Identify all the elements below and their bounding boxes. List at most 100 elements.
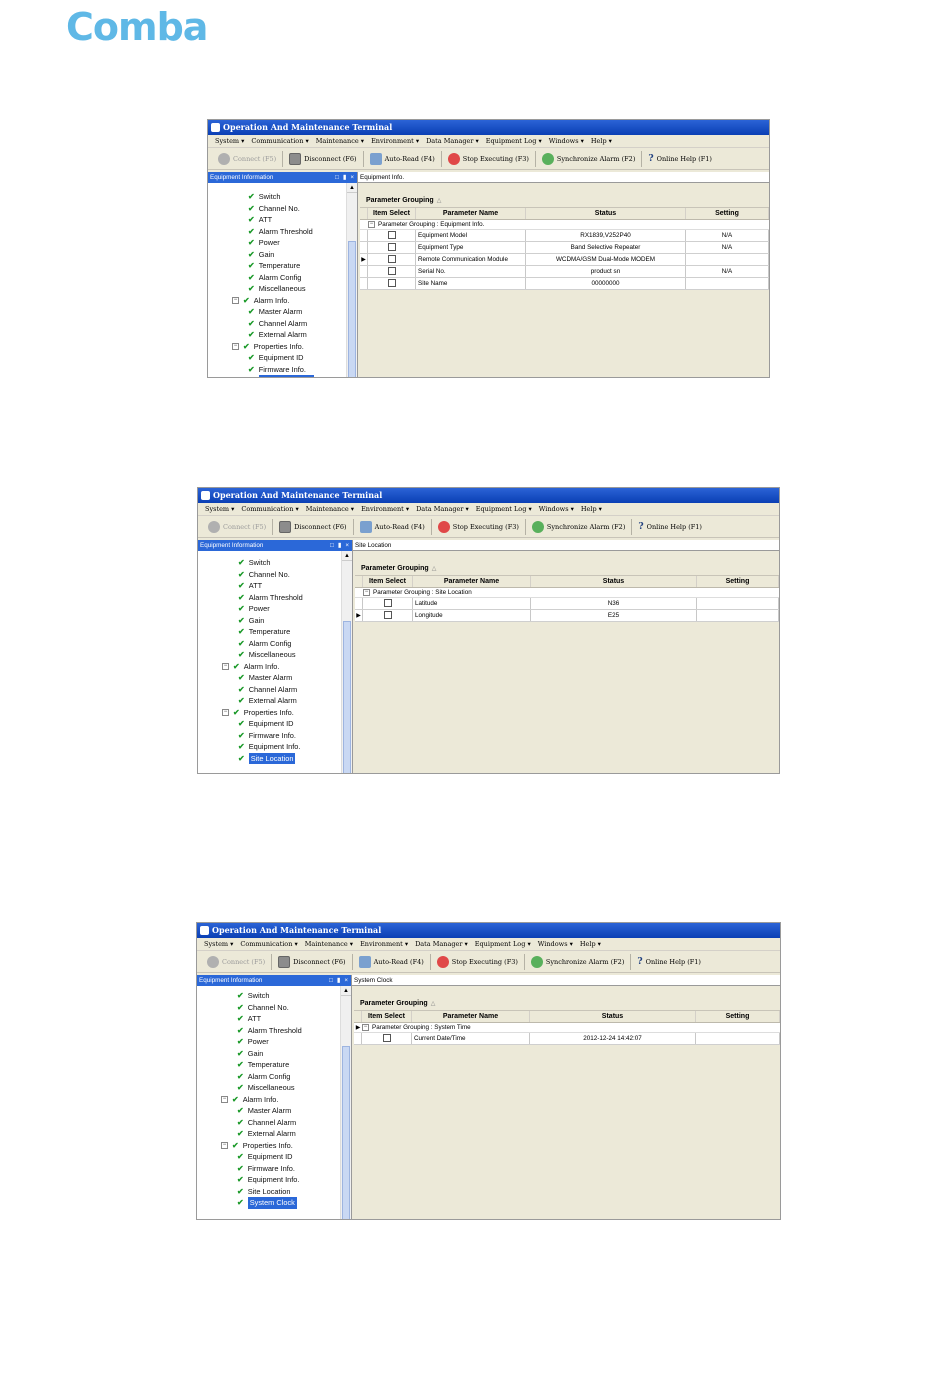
pin-icon[interactable]: ▮ bbox=[343, 172, 346, 183]
menu-item[interactable]: System ▾ bbox=[204, 940, 233, 948]
tree-item[interactable]: ✔ ATT bbox=[197, 1013, 339, 1025]
tree-item[interactable]: ✔ Alarm Threshold bbox=[198, 592, 340, 604]
collapse-icon[interactable]: − bbox=[221, 1141, 228, 1149]
item-checkbox[interactable] bbox=[387, 279, 396, 288]
tree-scrollbar[interactable]: ▲ bbox=[340, 986, 351, 1219]
tree-item[interactable]: ✔ Alarm Config bbox=[197, 1071, 339, 1083]
tree-item[interactable]: ✔ Alarm Config bbox=[208, 272, 345, 284]
tree-item[interactable]: ✔ Gain bbox=[197, 1048, 339, 1060]
tree-item[interactable]: ✔ Channel Alarm bbox=[197, 1117, 339, 1129]
auto-read-button[interactable]: Auto-Read (F4) bbox=[353, 953, 430, 971]
restore-icon[interactable]: □ bbox=[330, 540, 334, 551]
item-checkbox[interactable] bbox=[382, 1034, 391, 1043]
column-header[interactable]: Item Select bbox=[363, 576, 413, 587]
tree-item[interactable]: ✔ External Alarm bbox=[198, 695, 340, 707]
tree-item[interactable]: ✔ Site Location bbox=[198, 752, 340, 764]
tree-item[interactable]: ✔ Equipment ID bbox=[198, 718, 340, 730]
tree-item[interactable]: ✔ Power bbox=[197, 1036, 339, 1048]
disconnect-button[interactable]: Disconnect (F6) bbox=[272, 953, 351, 971]
setting-cell[interactable] bbox=[686, 278, 769, 289]
scroll-thumb[interactable] bbox=[343, 621, 351, 773]
synchronize-alarm-button[interactable]: Synchronize Alarm (F2) bbox=[536, 150, 641, 168]
tree-item[interactable]: ✔ Channel No. bbox=[208, 203, 345, 215]
menu-item[interactable]: Maintenance ▾ bbox=[305, 940, 353, 948]
collapse-icon[interactable]: − bbox=[232, 296, 239, 304]
collapse-icon[interactable]: − bbox=[362, 1024, 369, 1031]
tree-item[interactable]: ✔ Master Alarm bbox=[198, 672, 340, 684]
tree-item[interactable]: ✔Equipment Info. bbox=[198, 741, 340, 753]
menu-item[interactable]: System ▾ bbox=[205, 505, 234, 513]
tree-item[interactable]: − ✔ Alarm Info. bbox=[197, 1094, 339, 1106]
tree-item[interactable]: − ✔ Properties Info. bbox=[208, 341, 345, 353]
tree-scrollbar[interactable]: ▲ bbox=[346, 183, 357, 377]
menu-item[interactable]: Help ▾ bbox=[580, 940, 601, 948]
tree-item[interactable]: ✔ Temperature bbox=[197, 1059, 339, 1071]
tree-item[interactable]: ✔ Miscellaneous bbox=[197, 1082, 339, 1094]
restore-icon[interactable]: □ bbox=[335, 172, 339, 183]
item-checkbox[interactable] bbox=[387, 243, 396, 252]
menu-item[interactable]: Maintenance ▾ bbox=[316, 137, 364, 145]
collapse-icon[interactable]: − bbox=[363, 589, 370, 596]
connect-button[interactable]: Connect (F5) bbox=[201, 953, 271, 971]
item-checkbox[interactable] bbox=[383, 611, 392, 620]
collapse-icon[interactable]: − bbox=[221, 1095, 228, 1103]
item-checkbox[interactable] bbox=[387, 255, 396, 264]
column-header[interactable]: Parameter Name bbox=[412, 1011, 530, 1022]
item-checkbox[interactable] bbox=[387, 231, 396, 240]
column-header[interactable]: Item Select bbox=[368, 208, 416, 219]
tree-item[interactable]: ✔ Gain bbox=[208, 249, 345, 261]
menu-item[interactable]: Environment ▾ bbox=[371, 137, 419, 145]
tree-item[interactable]: − ✔ Alarm Info. bbox=[198, 661, 340, 673]
synchronize-alarm-button[interactable]: Synchronize Alarm (F2) bbox=[526, 518, 631, 536]
tree-item[interactable]: ✔ Channel Alarm bbox=[198, 684, 340, 696]
column-header[interactable]: Setting bbox=[697, 576, 779, 587]
disconnect-button[interactable]: Disconnect (F6) bbox=[283, 150, 362, 168]
document-tab[interactable]: Site Location bbox=[353, 540, 779, 551]
tree-item[interactable]: ✔ Channel No. bbox=[197, 1002, 339, 1014]
menu-item[interactable]: Communication ▾ bbox=[251, 137, 308, 145]
setting-cell[interactable] bbox=[697, 598, 779, 609]
menu-item[interactable]: Data Manager ▾ bbox=[426, 137, 479, 145]
menu-item[interactable]: Equipment Log ▾ bbox=[486, 137, 542, 145]
connect-button[interactable]: Connect (F5) bbox=[202, 518, 272, 536]
menu-item[interactable]: Data Manager ▾ bbox=[415, 940, 468, 948]
setting-cell[interactable]: N/A bbox=[686, 242, 769, 253]
pin-icon[interactable]: ▮ bbox=[338, 540, 341, 551]
table-row[interactable]: Serial No. product sn N/A bbox=[360, 266, 769, 278]
online-help-button[interactable]: ? Online Help (F1) bbox=[642, 150, 718, 168]
close-icon[interactable]: × bbox=[350, 172, 354, 183]
tree-scrollbar[interactable]: ▲ bbox=[341, 551, 352, 773]
tree-item[interactable]: ✔ External Alarm bbox=[208, 329, 345, 341]
tree-item[interactable]: ✔ Site Location bbox=[197, 1186, 339, 1198]
column-header[interactable]: Setting bbox=[696, 1011, 780, 1022]
online-help-button[interactable]: ? Online Help (F1) bbox=[631, 953, 707, 971]
tree-item[interactable]: ✔ Switch bbox=[197, 990, 339, 1002]
stop-executing-button[interactable]: Stop Executing (F3) bbox=[432, 518, 525, 536]
tree-item[interactable]: ✔ External Alarm bbox=[197, 1128, 339, 1140]
synchronize-alarm-button[interactable]: Synchronize Alarm (F2) bbox=[525, 953, 630, 971]
tree-item[interactable]: ✔ Equipment ID bbox=[197, 1151, 339, 1163]
collapse-icon[interactable]: − bbox=[368, 221, 375, 228]
column-header[interactable]: Parameter Name bbox=[416, 208, 526, 219]
tree-item[interactable]: ✔ Master Alarm bbox=[208, 306, 345, 318]
menu-item[interactable]: Windows ▾ bbox=[539, 505, 574, 513]
tree-item[interactable]: ✔ Alarm Config bbox=[198, 638, 340, 650]
tree-item[interactable]: ✔ Alarm Threshold bbox=[208, 226, 345, 238]
tree-item[interactable]: ✔ Miscellaneous bbox=[198, 649, 340, 661]
menu-item[interactable]: Environment ▾ bbox=[360, 940, 408, 948]
column-header[interactable]: Parameter Name bbox=[413, 576, 531, 587]
tree-item[interactable]: ✔ Switch bbox=[208, 191, 345, 203]
tree-item[interactable]: ✔ System Clock bbox=[197, 1197, 339, 1209]
group-row[interactable]: ▶ − Parameter Grouping : System Time bbox=[354, 1023, 780, 1033]
column-header[interactable]: Status bbox=[526, 208, 686, 219]
restore-icon[interactable]: □ bbox=[329, 975, 333, 986]
tree-item[interactable]: ✔ Equipment ID bbox=[208, 352, 345, 364]
tree-item[interactable]: ✔ ATT bbox=[198, 580, 340, 592]
collapse-icon[interactable]: − bbox=[232, 342, 239, 350]
tree-item[interactable]: ✔ Channel No. bbox=[198, 569, 340, 581]
setting-cell[interactable] bbox=[686, 254, 769, 265]
table-row[interactable]: Latitude N36 bbox=[355, 598, 779, 610]
tree-item[interactable]: ✔ Miscellaneous bbox=[208, 283, 345, 295]
close-icon[interactable]: × bbox=[344, 975, 348, 986]
document-tab[interactable]: Equipment Info. bbox=[358, 172, 769, 183]
